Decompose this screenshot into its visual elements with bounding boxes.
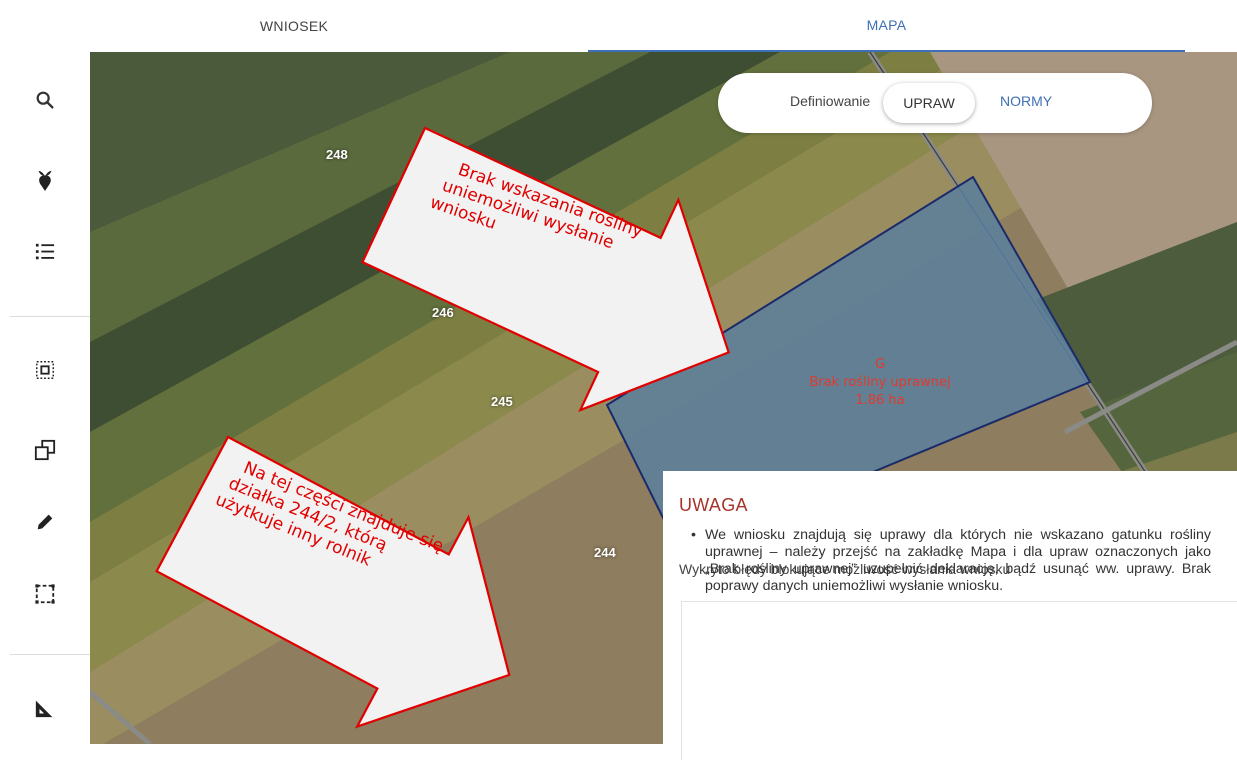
warning-title: UWAGA xyxy=(679,495,748,515)
tab-mapa[interactable]: MAPA xyxy=(588,0,1185,52)
annotation-arrow xyxy=(155,435,511,729)
tab-wniosek[interactable]: WNIOSEK xyxy=(0,0,588,52)
list-icon xyxy=(34,242,56,267)
measure-ruler-icon xyxy=(34,697,56,724)
search-button[interactable] xyxy=(25,82,65,122)
edit-button[interactable] xyxy=(25,504,65,544)
toolbar-divider xyxy=(10,316,90,317)
toolbar-divider xyxy=(10,654,90,655)
edit-pencil-icon xyxy=(34,511,56,538)
copy-button[interactable] xyxy=(25,432,65,472)
search-icon xyxy=(34,89,56,116)
draw-rectangle-button[interactable] xyxy=(25,576,65,616)
draw-rectangle-icon xyxy=(34,583,56,610)
copy-icon xyxy=(34,439,56,466)
warning-panel: UWAGA Wykryto błędy blokujące możliwość … xyxy=(663,471,1237,760)
tab-bar: WNIOSEK MAPA xyxy=(0,0,1237,52)
select-area-button[interactable] xyxy=(25,352,65,392)
plant-icon xyxy=(34,168,56,197)
warning-list xyxy=(681,601,1237,760)
map-toolbar xyxy=(0,52,90,760)
measure-button[interactable] xyxy=(25,690,65,730)
select-area-icon xyxy=(34,359,56,386)
annotation-arrow xyxy=(360,126,731,413)
crop-button[interactable] xyxy=(25,162,65,202)
list-button[interactable] xyxy=(25,234,65,274)
warning-item: We wniosku znajdują się uprawy dla który… xyxy=(691,527,1211,595)
